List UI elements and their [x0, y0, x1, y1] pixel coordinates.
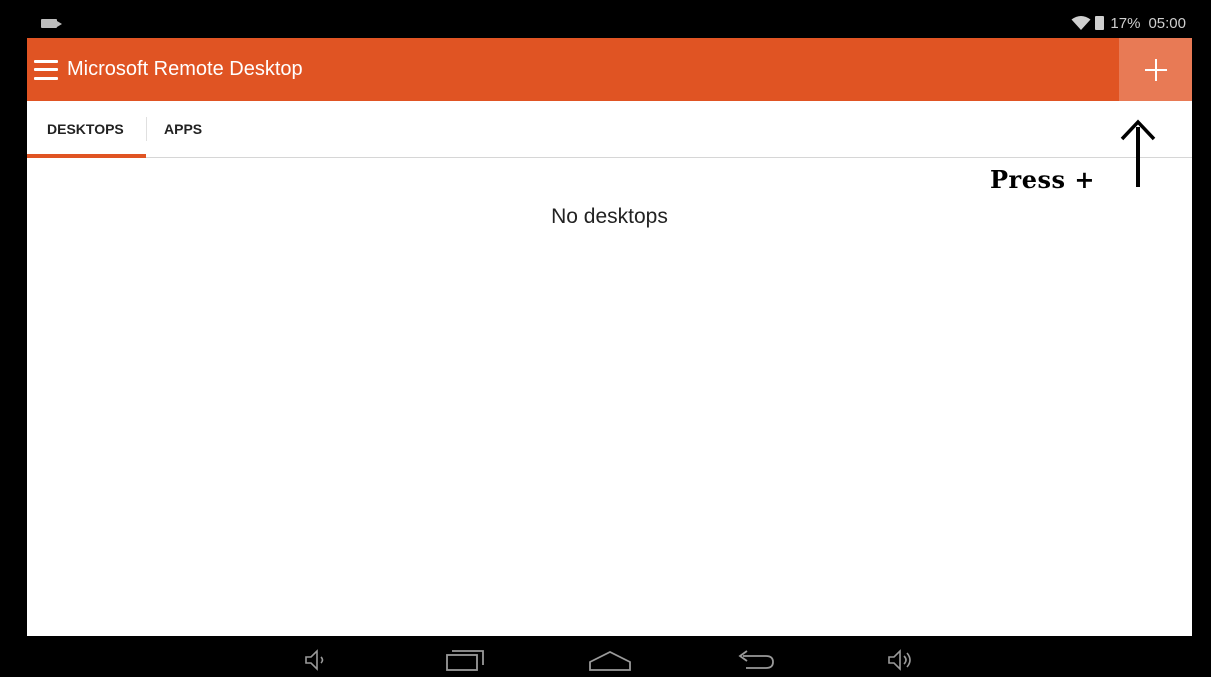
- navigation-bar: [0, 636, 1211, 677]
- recent-apps-icon[interactable]: [445, 648, 485, 672]
- empty-state-message: No desktops: [551, 205, 668, 228]
- notification-icon: [41, 18, 62, 28]
- battery-percent: 17%: [1110, 14, 1141, 32]
- home-icon[interactable]: [588, 648, 632, 672]
- status-right: 17% 05:00: [1071, 15, 1186, 32]
- device-screen: 17% 05:00 Microsoft Remote Desktop DESKT…: [0, 0, 1211, 677]
- wifi-icon: [1071, 16, 1091, 30]
- tab-bar: DESKTOPS APPS: [27, 101, 1192, 158]
- arrow-up-icon: [1120, 119, 1156, 187]
- tab-apps[interactable]: APPS: [146, 101, 220, 157]
- clock: 05:00: [1148, 14, 1186, 32]
- tab-desktops[interactable]: DESKTOPS: [27, 101, 146, 158]
- add-button[interactable]: [1119, 38, 1192, 101]
- app-title: Microsoft Remote Desktop: [67, 58, 303, 80]
- app-bar: Microsoft Remote Desktop: [27, 38, 1192, 101]
- main-content: DESKTOPS APPS No desktops Press +: [27, 101, 1192, 636]
- battery-icon: [1095, 16, 1105, 30]
- status-bar: 17% 05:00: [27, 8, 1192, 38]
- volume-up-icon[interactable]: [886, 648, 914, 672]
- hamburger-menu-icon[interactable]: [34, 59, 58, 80]
- plus-icon: [1144, 58, 1167, 81]
- press-plus-annotation: Press +: [990, 165, 1095, 194]
- volume-down-icon[interactable]: [303, 648, 329, 672]
- back-icon[interactable]: [734, 648, 776, 672]
